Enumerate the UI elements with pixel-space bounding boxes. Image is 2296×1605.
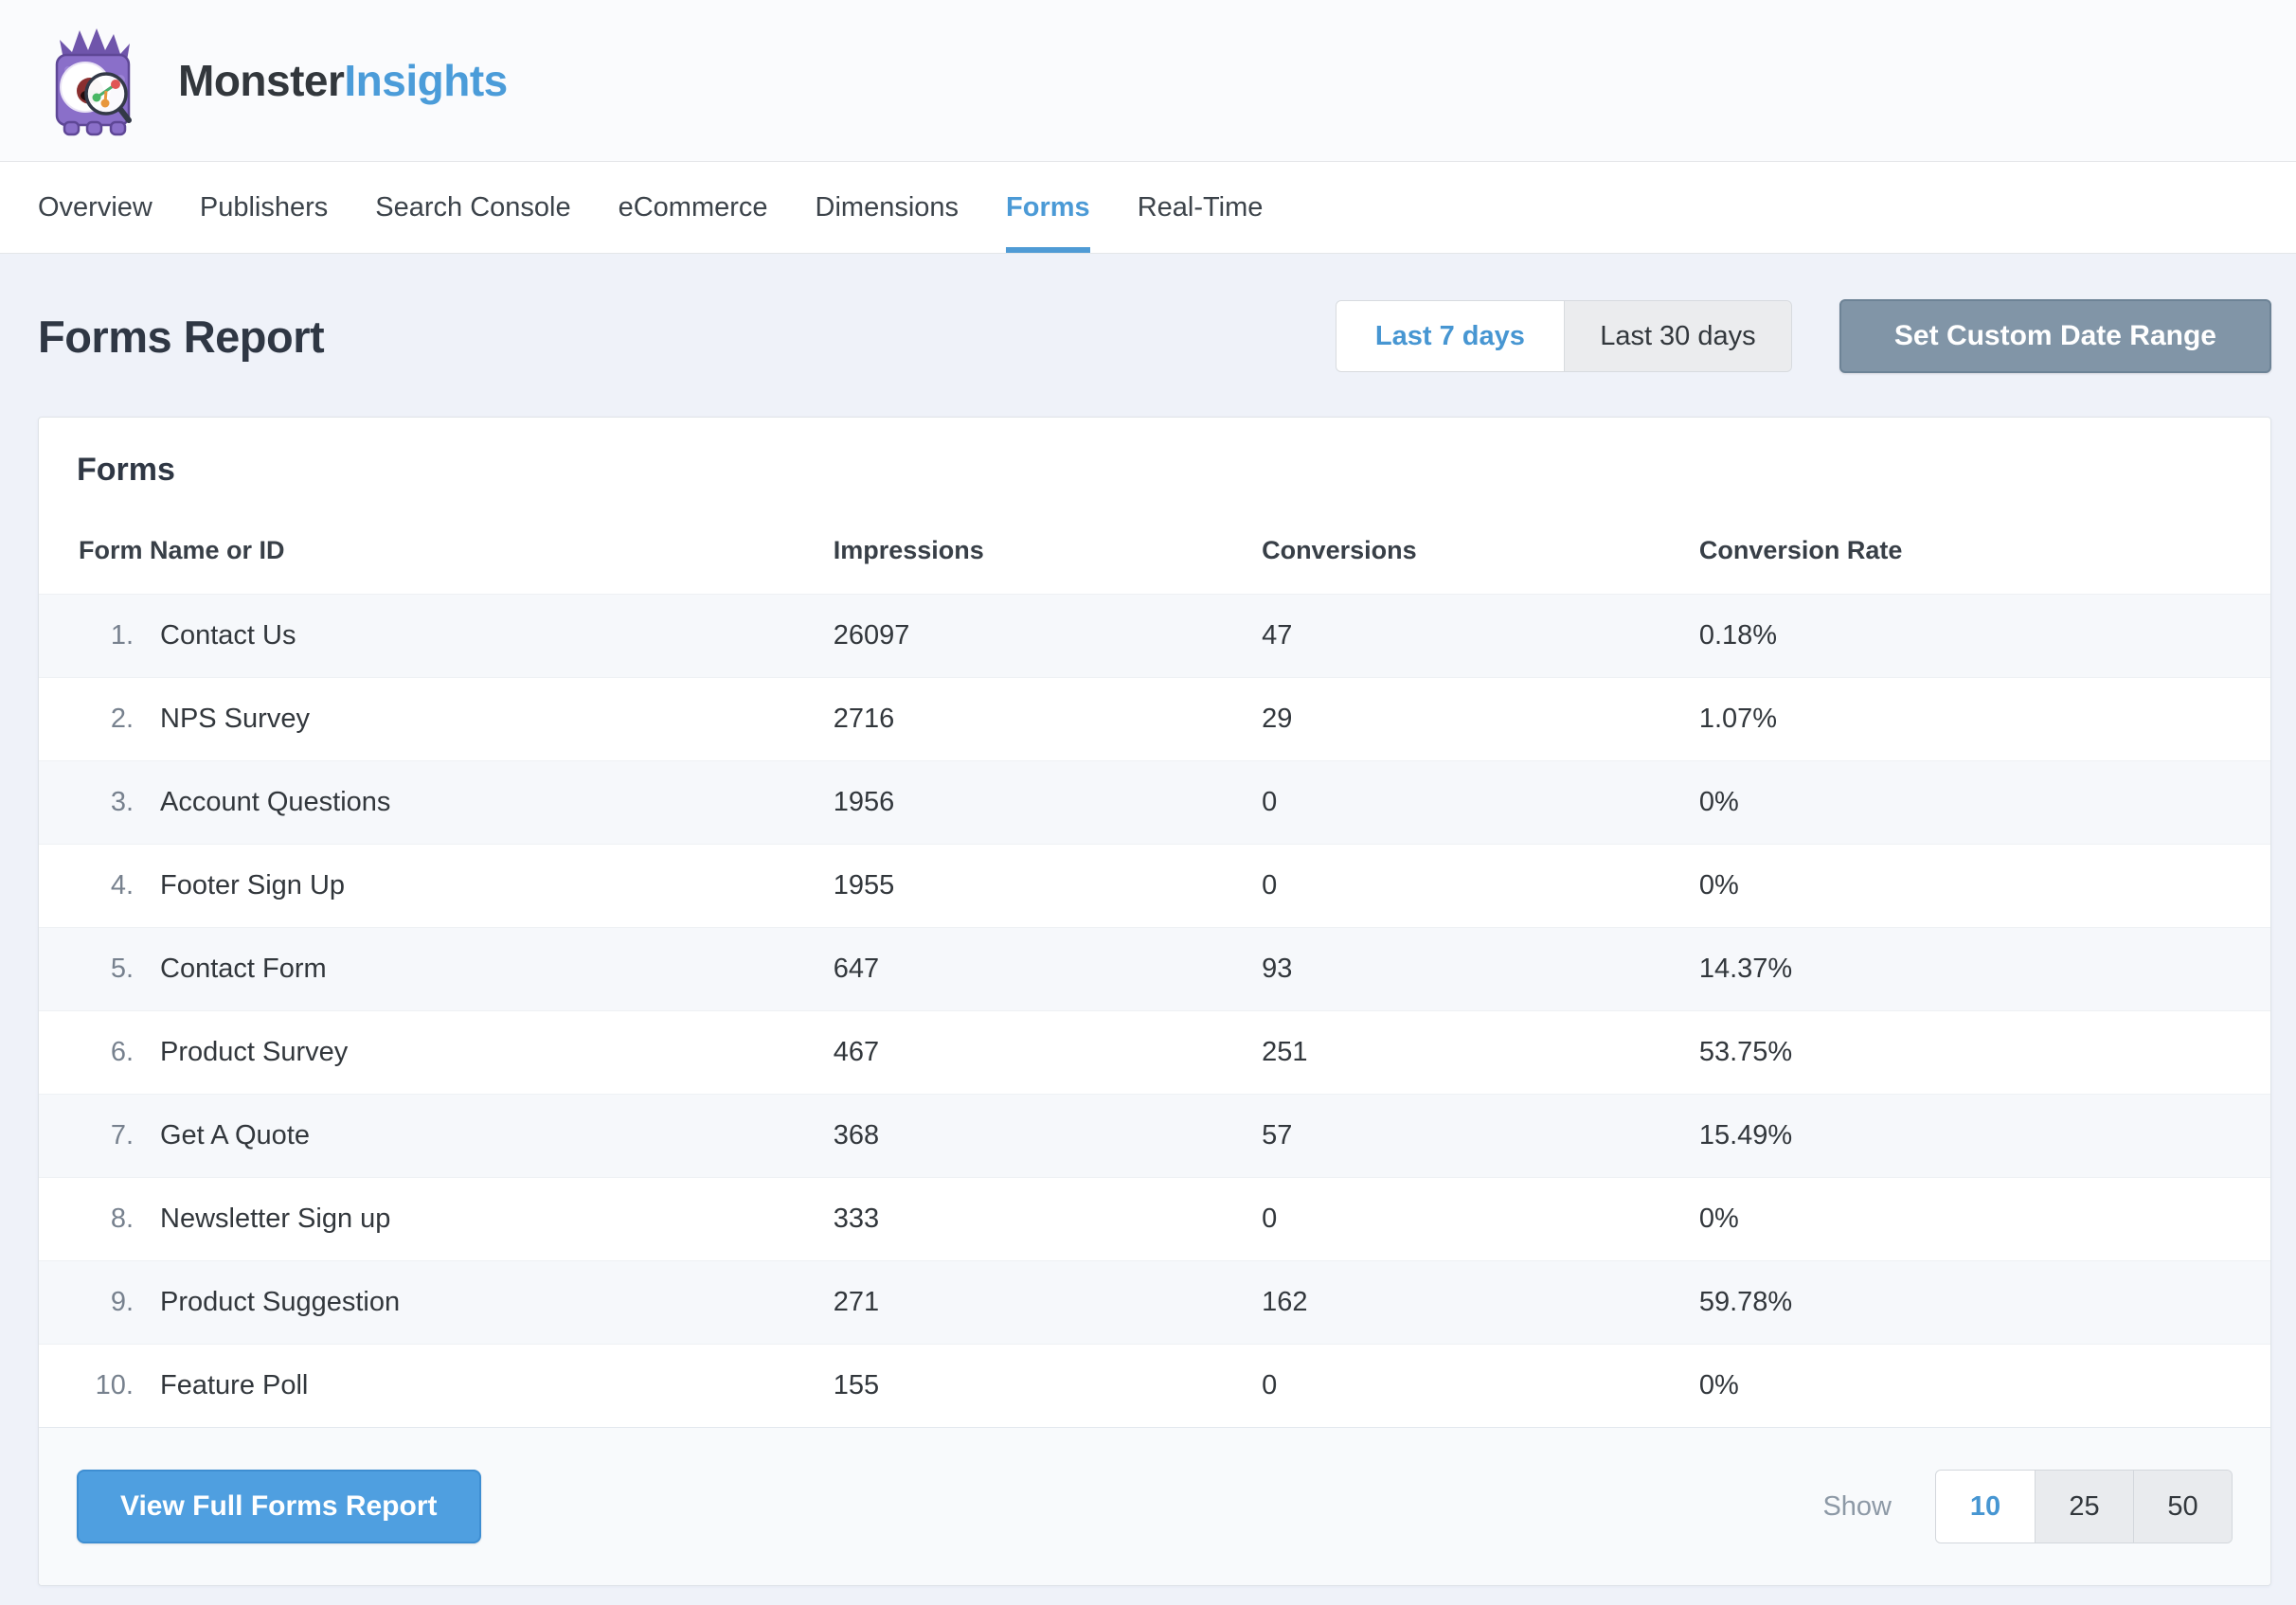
table-row: 10. Feature Poll 155 0 0%	[39, 1345, 2270, 1428]
page-header-row: Forms Report Last 7 days Last 30 days Se…	[38, 299, 2271, 373]
conversions-value: 93	[1262, 928, 1699, 1011]
impressions-value: 271	[834, 1261, 1262, 1345]
nav-tab-real-time[interactable]: Real-Time	[1138, 162, 1264, 253]
row-rank: 8.	[79, 1204, 134, 1235]
conversions-value: 0	[1262, 761, 1699, 845]
nav-tab-search-console[interactable]: Search Console	[375, 162, 570, 253]
date-range-toggle: Last 7 days Last 30 days	[1336, 300, 1792, 372]
conversion-rate-value: 0%	[1699, 1178, 2270, 1261]
table-row: 1. Contact Us 26097 47 0.18%	[39, 595, 2270, 678]
row-rank: 1.	[79, 620, 134, 651]
impressions-value: 1956	[834, 761, 1262, 845]
card-title: Forms	[39, 418, 2270, 489]
page-size-10-button[interactable]: 10	[1936, 1471, 2035, 1543]
nav-tab-overview[interactable]: Overview	[38, 162, 152, 253]
conversions-value: 47	[1262, 595, 1699, 678]
impressions-value: 467	[834, 1011, 1262, 1095]
column-header-conversion-rate: Conversion Rate	[1699, 513, 2270, 595]
page-size-toggle: 10 25 50	[1935, 1470, 2233, 1543]
nav-tab-dimensions[interactable]: Dimensions	[816, 162, 960, 253]
set-custom-date-range-button[interactable]: Set Custom Date Range	[1839, 299, 2271, 373]
forms-table: Form Name or ID Impressions Conversions …	[39, 513, 2270, 1427]
header-controls: Last 7 days Last 30 days Set Custom Date…	[1336, 299, 2271, 373]
table-row: 3. Account Questions 1956 0 0%	[39, 761, 2270, 845]
row-rank: 7.	[79, 1120, 134, 1151]
main-nav: Overview Publishers Search Console eComm…	[0, 161, 2296, 254]
view-full-forms-report-button[interactable]: View Full Forms Report	[77, 1470, 481, 1543]
conversions-value: 57	[1262, 1095, 1699, 1178]
nav-tab-publishers[interactable]: Publishers	[200, 162, 328, 253]
impressions-value: 647	[834, 928, 1262, 1011]
column-header-impressions: Impressions	[834, 513, 1262, 595]
nav-tab-forms[interactable]: Forms	[1006, 162, 1090, 253]
form-name: Account Questions	[160, 787, 390, 817]
conversions-value: 0	[1262, 1345, 1699, 1428]
conversion-rate-value: 14.37%	[1699, 928, 2270, 1011]
form-name: Footer Sign Up	[160, 870, 345, 901]
impressions-value: 368	[834, 1095, 1262, 1178]
form-name: Product Survey	[160, 1037, 348, 1067]
conversion-rate-value: 1.07%	[1699, 678, 2270, 761]
monsterinsights-logo-icon	[36, 23, 150, 138]
nav-tab-ecommerce[interactable]: eCommerce	[619, 162, 768, 253]
row-rank: 10.	[79, 1370, 134, 1401]
table-row: 6. Product Survey 467 251 53.75%	[39, 1011, 2270, 1095]
row-rank: 6.	[79, 1037, 134, 1068]
conversions-value: 251	[1262, 1011, 1699, 1095]
show-controls: Show 10 25 50	[1822, 1470, 2233, 1543]
conversion-rate-value: 0.18%	[1699, 595, 2270, 678]
table-row: 2. NPS Survey 2716 29 1.07%	[39, 678, 2270, 761]
page-title: Forms Report	[38, 311, 324, 363]
brand-name: MonsterInsights	[178, 55, 508, 106]
table-row: 5. Contact Form 647 93 14.37%	[39, 928, 2270, 1011]
impressions-value: 1955	[834, 845, 1262, 928]
card-footer: View Full Forms Report Show 10 25 50	[39, 1427, 2270, 1585]
show-label: Show	[1822, 1491, 1892, 1523]
table-row: 8. Newsletter Sign up 333 0 0%	[39, 1178, 2270, 1261]
conversions-value: 162	[1262, 1261, 1699, 1345]
brand-name-secondary: Insights	[344, 56, 507, 105]
page-body: Forms Report Last 7 days Last 30 days Se…	[0, 254, 2296, 1586]
form-name: Contact Form	[160, 954, 327, 984]
impressions-value: 333	[834, 1178, 1262, 1261]
form-name: Contact Us	[160, 620, 296, 651]
column-header-form-name: Form Name or ID	[39, 513, 834, 595]
column-header-conversions: Conversions	[1262, 513, 1699, 595]
brand-name-primary: Monster	[178, 56, 344, 105]
conversion-rate-value: 59.78%	[1699, 1261, 2270, 1345]
form-name: Newsletter Sign up	[160, 1204, 390, 1234]
top-header: MonsterInsights	[0, 0, 2296, 161]
table-row: 7. Get A Quote 368 57 15.49%	[39, 1095, 2270, 1178]
row-rank: 3.	[79, 787, 134, 818]
conversions-value: 29	[1262, 678, 1699, 761]
row-rank: 4.	[79, 870, 134, 901]
impressions-value: 26097	[834, 595, 1262, 678]
row-rank: 2.	[79, 704, 134, 735]
page-size-50-button[interactable]: 50	[2133, 1471, 2232, 1543]
conversion-rate-value: 0%	[1699, 1345, 2270, 1428]
impressions-value: 155	[834, 1345, 1262, 1428]
form-name: Get A Quote	[160, 1120, 310, 1150]
brand-logo[interactable]: MonsterInsights	[36, 23, 508, 138]
row-rank: 5.	[79, 954, 134, 985]
conversions-value: 0	[1262, 1178, 1699, 1261]
conversion-rate-value: 0%	[1699, 761, 2270, 845]
impressions-value: 2716	[834, 678, 1262, 761]
conversion-rate-value: 0%	[1699, 845, 2270, 928]
forms-report-card: Forms Form Name or ID Impressions Conver…	[38, 417, 2271, 1586]
form-name: Product Suggestion	[160, 1287, 400, 1317]
conversion-rate-value: 15.49%	[1699, 1095, 2270, 1178]
form-name: NPS Survey	[160, 704, 310, 734]
table-header-row: Form Name or ID Impressions Conversions …	[39, 513, 2270, 595]
conversion-rate-value: 53.75%	[1699, 1011, 2270, 1095]
last-30-days-button[interactable]: Last 30 days	[1564, 301, 1791, 371]
last-7-days-button[interactable]: Last 7 days	[1336, 301, 1564, 371]
conversions-value: 0	[1262, 845, 1699, 928]
form-name: Feature Poll	[160, 1370, 308, 1400]
page-size-25-button[interactable]: 25	[2035, 1471, 2133, 1543]
table-row: 9. Product Suggestion 271 162 59.78%	[39, 1261, 2270, 1345]
row-rank: 9.	[79, 1287, 134, 1318]
table-row: 4. Footer Sign Up 1955 0 0%	[39, 845, 2270, 928]
